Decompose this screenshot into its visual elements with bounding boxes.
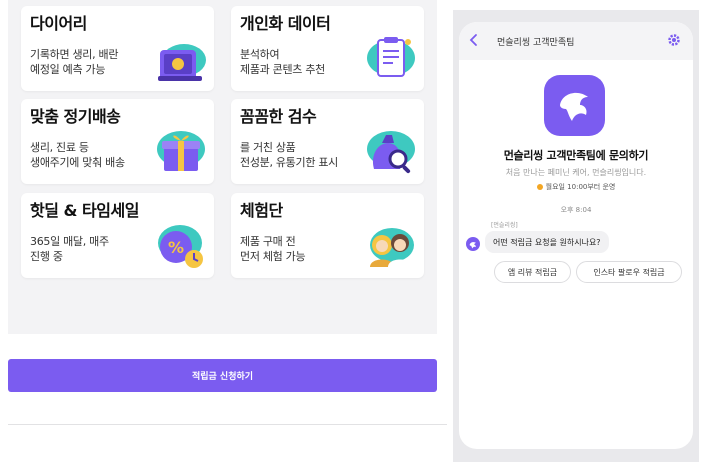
apply-points-button[interactable]: 적립금 신청하기 [8,359,437,392]
bird-logo-icon [560,92,588,121]
operating-hours: 월요일 10:00부터 운영 [459,182,693,192]
magnifier-bag-icon [367,131,415,174]
back-arrow-icon[interactable] [467,32,481,48]
chat-window: 먼슬리씽 고객만족팀 먼슬리씽 고객만족팀에 문의하기 처음 만나는 페미닌 케… [459,22,693,449]
feature-card-delivery: 맞춤 정기배송 생리, 진료 등 생애주기에 맞춰 배송 [21,99,214,184]
card-desc: 기록하면 생리, 배란 예정일 예측 가능 [30,48,119,76]
card-title: 다이어리 [30,14,87,33]
status-dot-icon [536,184,543,190]
chat-subtitle: 처음 만나는 페미닌 케어, 먼슬리씽입니다. [505,168,647,177]
card-desc: 를 거친 상품 전성분, 유통기한 표시 [240,141,338,169]
calendar-icon [158,44,206,81]
card-title: 개인화 데이터 [240,14,331,33]
choice-insta-follow[interactable]: 인스타 팔로우 적립금 [576,261,682,283]
choice-app-review[interactable]: 앱 리뷰 적립금 [494,261,571,283]
brand-logo [544,75,605,136]
chat-message: 어떤 적립금 요청을 원하시나요? [485,231,609,253]
sale-clock-icon: % [158,225,203,268]
chat-header: 먼슬리씽 고객만족팀 [459,22,693,60]
card-title: 체험단 [240,201,283,220]
people-icon [370,228,414,267]
message-time: 오후 8:04 [560,206,592,214]
feature-card-hotdeal: 핫딜 & 타임세일 365일 매달, 매주 진행 중 % [21,193,214,278]
gear-icon[interactable] [667,33,681,47]
card-desc: 365일 매달, 매주 진행 중 [30,235,109,263]
divider [8,424,447,425]
feature-card-personal-data: 개인화 데이터 분석하여 제품과 콘텐츠 추천 [231,6,424,91]
bird-logo-icon [469,242,477,249]
feature-card-inspection: 꼼꼼한 검수 를 거친 상품 전성분, 유통기한 표시 [231,99,424,184]
card-desc: 제품 구매 전 먼저 체험 가능 [240,235,306,263]
chat-title: 먼슬리씽 고객만족팀 [497,38,575,48]
clipboard-icon [367,37,415,77]
card-desc: 생리, 진료 등 생애주기에 맞춰 배송 [30,141,125,169]
feature-card-diary: 다이어리 기록하면 생리, 배란 예정일 예측 가능 [21,6,214,91]
chat-heading: 먼슬리씽 고객만족팀에 문의하기 [503,149,649,162]
gift-box-icon [157,131,205,171]
card-desc: 분석하여 제품과 콘텐츠 추천 [240,48,325,76]
feature-card-experience: 체험단 제품 구매 전 먼저 체험 가능 [231,193,424,278]
card-title: 핫딜 & 타임세일 [30,201,139,220]
avatar [466,237,480,251]
svg-text:%: % [168,238,184,257]
card-title: 맞춤 정기배송 [30,107,121,126]
sender-name: [먼슬리씽] [491,222,518,229]
card-title: 꼼꼼한 검수 [240,107,317,126]
